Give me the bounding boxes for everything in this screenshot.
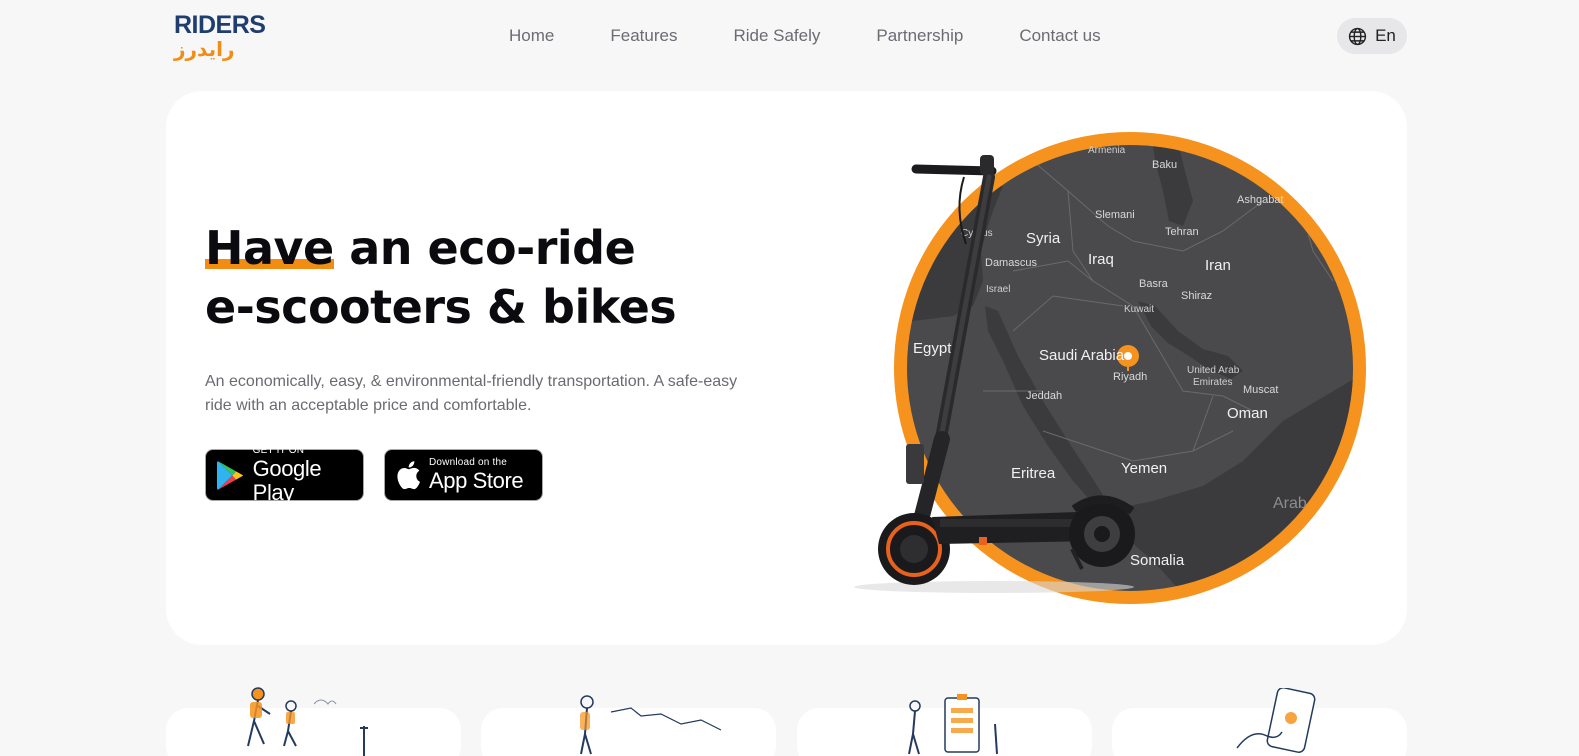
hero-description: An economically, easy, & environmental-f… [205,373,738,414]
map-label-uae-line2: Emirates [1193,377,1233,388]
site-header: RIDERS رايدرز Home Features Ride Safely … [0,0,1579,74]
language-label: En [1375,26,1396,45]
feature-card-2 [481,695,776,756]
apple-icon [397,461,420,490]
map-label-ashgabat: Ashgabat [1237,194,1284,206]
logo-wordmark: RIDERS [174,11,266,39]
riders-illustration [247,687,368,756]
nav-contact-us[interactable]: Contact us [1019,25,1100,47]
app-store-button[interactable]: Download on the App Store [384,449,543,501]
nav-home[interactable]: Home [509,25,554,47]
nav-partnership[interactable]: Partnership [876,25,963,47]
app-store-big-text: App Store [429,468,524,493]
feature-card-1 [166,687,461,756]
feature-card-3 [797,694,1092,756]
feature-card-4 [1112,688,1407,756]
main-nav: Home Features Ride Safely Partnership Co… [509,25,1101,47]
headline-highlight: Have [205,221,334,275]
map-label-tehran: Tehran [1165,226,1199,238]
language-switcher-button[interactable]: En [1337,18,1407,54]
headline-line-2: e-scooters & bikes [205,280,677,334]
hero-card: Have an eco-ride e-scooters & bikes An e… [166,91,1407,645]
hero-headline: Have an eco-ride e-scooters & bikes [205,221,677,334]
map-label-uae-line1: United Arab [1187,365,1240,376]
logo-arabic-wordmark: رايدرز [174,37,235,61]
map-label-arabian-sea: Arab [1273,495,1307,512]
google-play-button[interactable]: GET IT ON Google Play [205,445,364,505]
nav-ride-safely[interactable]: Ride Safely [733,25,820,47]
map-label-iran: Iran [1205,257,1231,274]
map-label-shiraz: Shiraz [1181,290,1213,302]
google-play-icon [216,460,243,490]
nav-features[interactable]: Features [610,25,677,47]
google-play-big-text: Google Play [252,456,322,505]
map-label-muscat: Muscat [1243,384,1279,396]
contact-phone-illustration [1236,688,1316,753]
globe-icon [1348,27,1367,45]
partnership-illustration [908,694,998,755]
map-label-baku: Baku [1152,159,1178,171]
e-scooter-image [854,155,1135,593]
riders-logo[interactable]: RIDERS رايدرز [174,11,266,61]
ride-safely-illustration [580,695,722,755]
map-label-oman: Oman [1227,405,1268,422]
